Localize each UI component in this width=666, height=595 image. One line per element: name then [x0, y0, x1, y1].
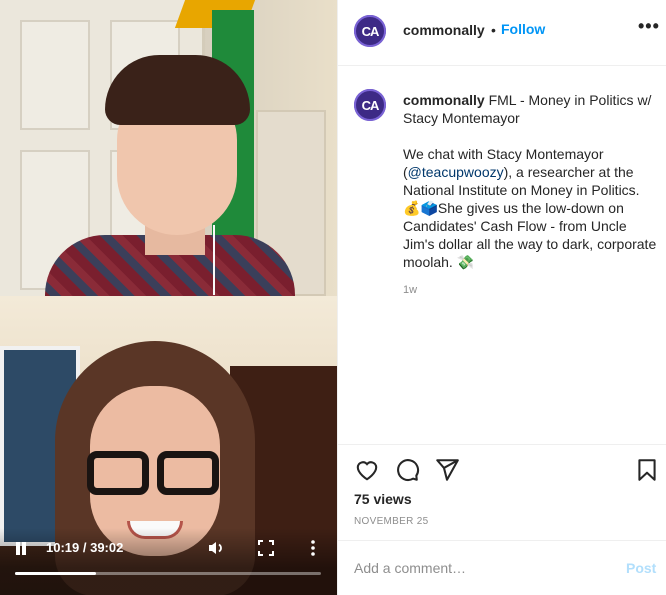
fullscreen-icon[interactable] — [256, 538, 276, 558]
volume-icon[interactable] — [206, 538, 226, 558]
caption-username[interactable]: commonally — [403, 92, 485, 108]
video-progress-bar[interactable] — [15, 572, 321, 575]
header-username[interactable]: commonally — [403, 22, 485, 38]
video-more-options-icon[interactable] — [303, 538, 323, 558]
video-player[interactable]: 10:19 / 39:02 — [0, 0, 337, 595]
avatar[interactable]: CA — [354, 15, 386, 47]
more-options-icon[interactable]: ••• — [638, 16, 660, 37]
header-separator: • — [491, 22, 496, 38]
post-caption: commonally FML - Money in Politics w/ St… — [403, 91, 658, 289]
post-time-ago: 1w — [403, 284, 418, 296]
post-date: NOVEMBER 25 — [354, 516, 429, 527]
mention-link[interactable]: @teacupwoozy — [408, 164, 504, 180]
comment-input[interactable] — [354, 558, 584, 578]
caption-body-3: She gives us the low-down on Candidates'… — [403, 200, 657, 270]
caption-avatar[interactable]: CA — [354, 89, 386, 121]
share-icon[interactable] — [434, 457, 460, 483]
participant-man — [45, 55, 295, 296]
post-header: CA commonally • Follow ••• — [338, 0, 666, 66]
post-panel: CA commonally • Follow ••• CA commonally… — [337, 0, 666, 595]
action-bar — [338, 444, 666, 494]
follow-button[interactable]: Follow — [501, 21, 545, 37]
video-participant-top — [0, 0, 337, 296]
like-heart-icon[interactable] — [354, 457, 380, 483]
bookmark-icon[interactable] — [634, 457, 660, 483]
view-count[interactable]: 75 views — [354, 491, 412, 507]
video-progress-fill — [15, 572, 96, 575]
pause-icon[interactable] — [14, 542, 28, 556]
comment-icon[interactable] — [394, 457, 420, 483]
money-wings-icon: 💸 — [456, 254, 475, 270]
post-comment-button[interactable]: Post — [626, 560, 656, 576]
video-timestamp: 10:19 / 39:02 — [46, 540, 124, 555]
video-controls: 10:19 / 39:02 — [0, 528, 337, 595]
comment-bar: Post — [338, 540, 666, 595]
ballot-box-icon: 🗳️ — [420, 200, 438, 216]
money-bag-icon: 💰 — [403, 200, 421, 216]
